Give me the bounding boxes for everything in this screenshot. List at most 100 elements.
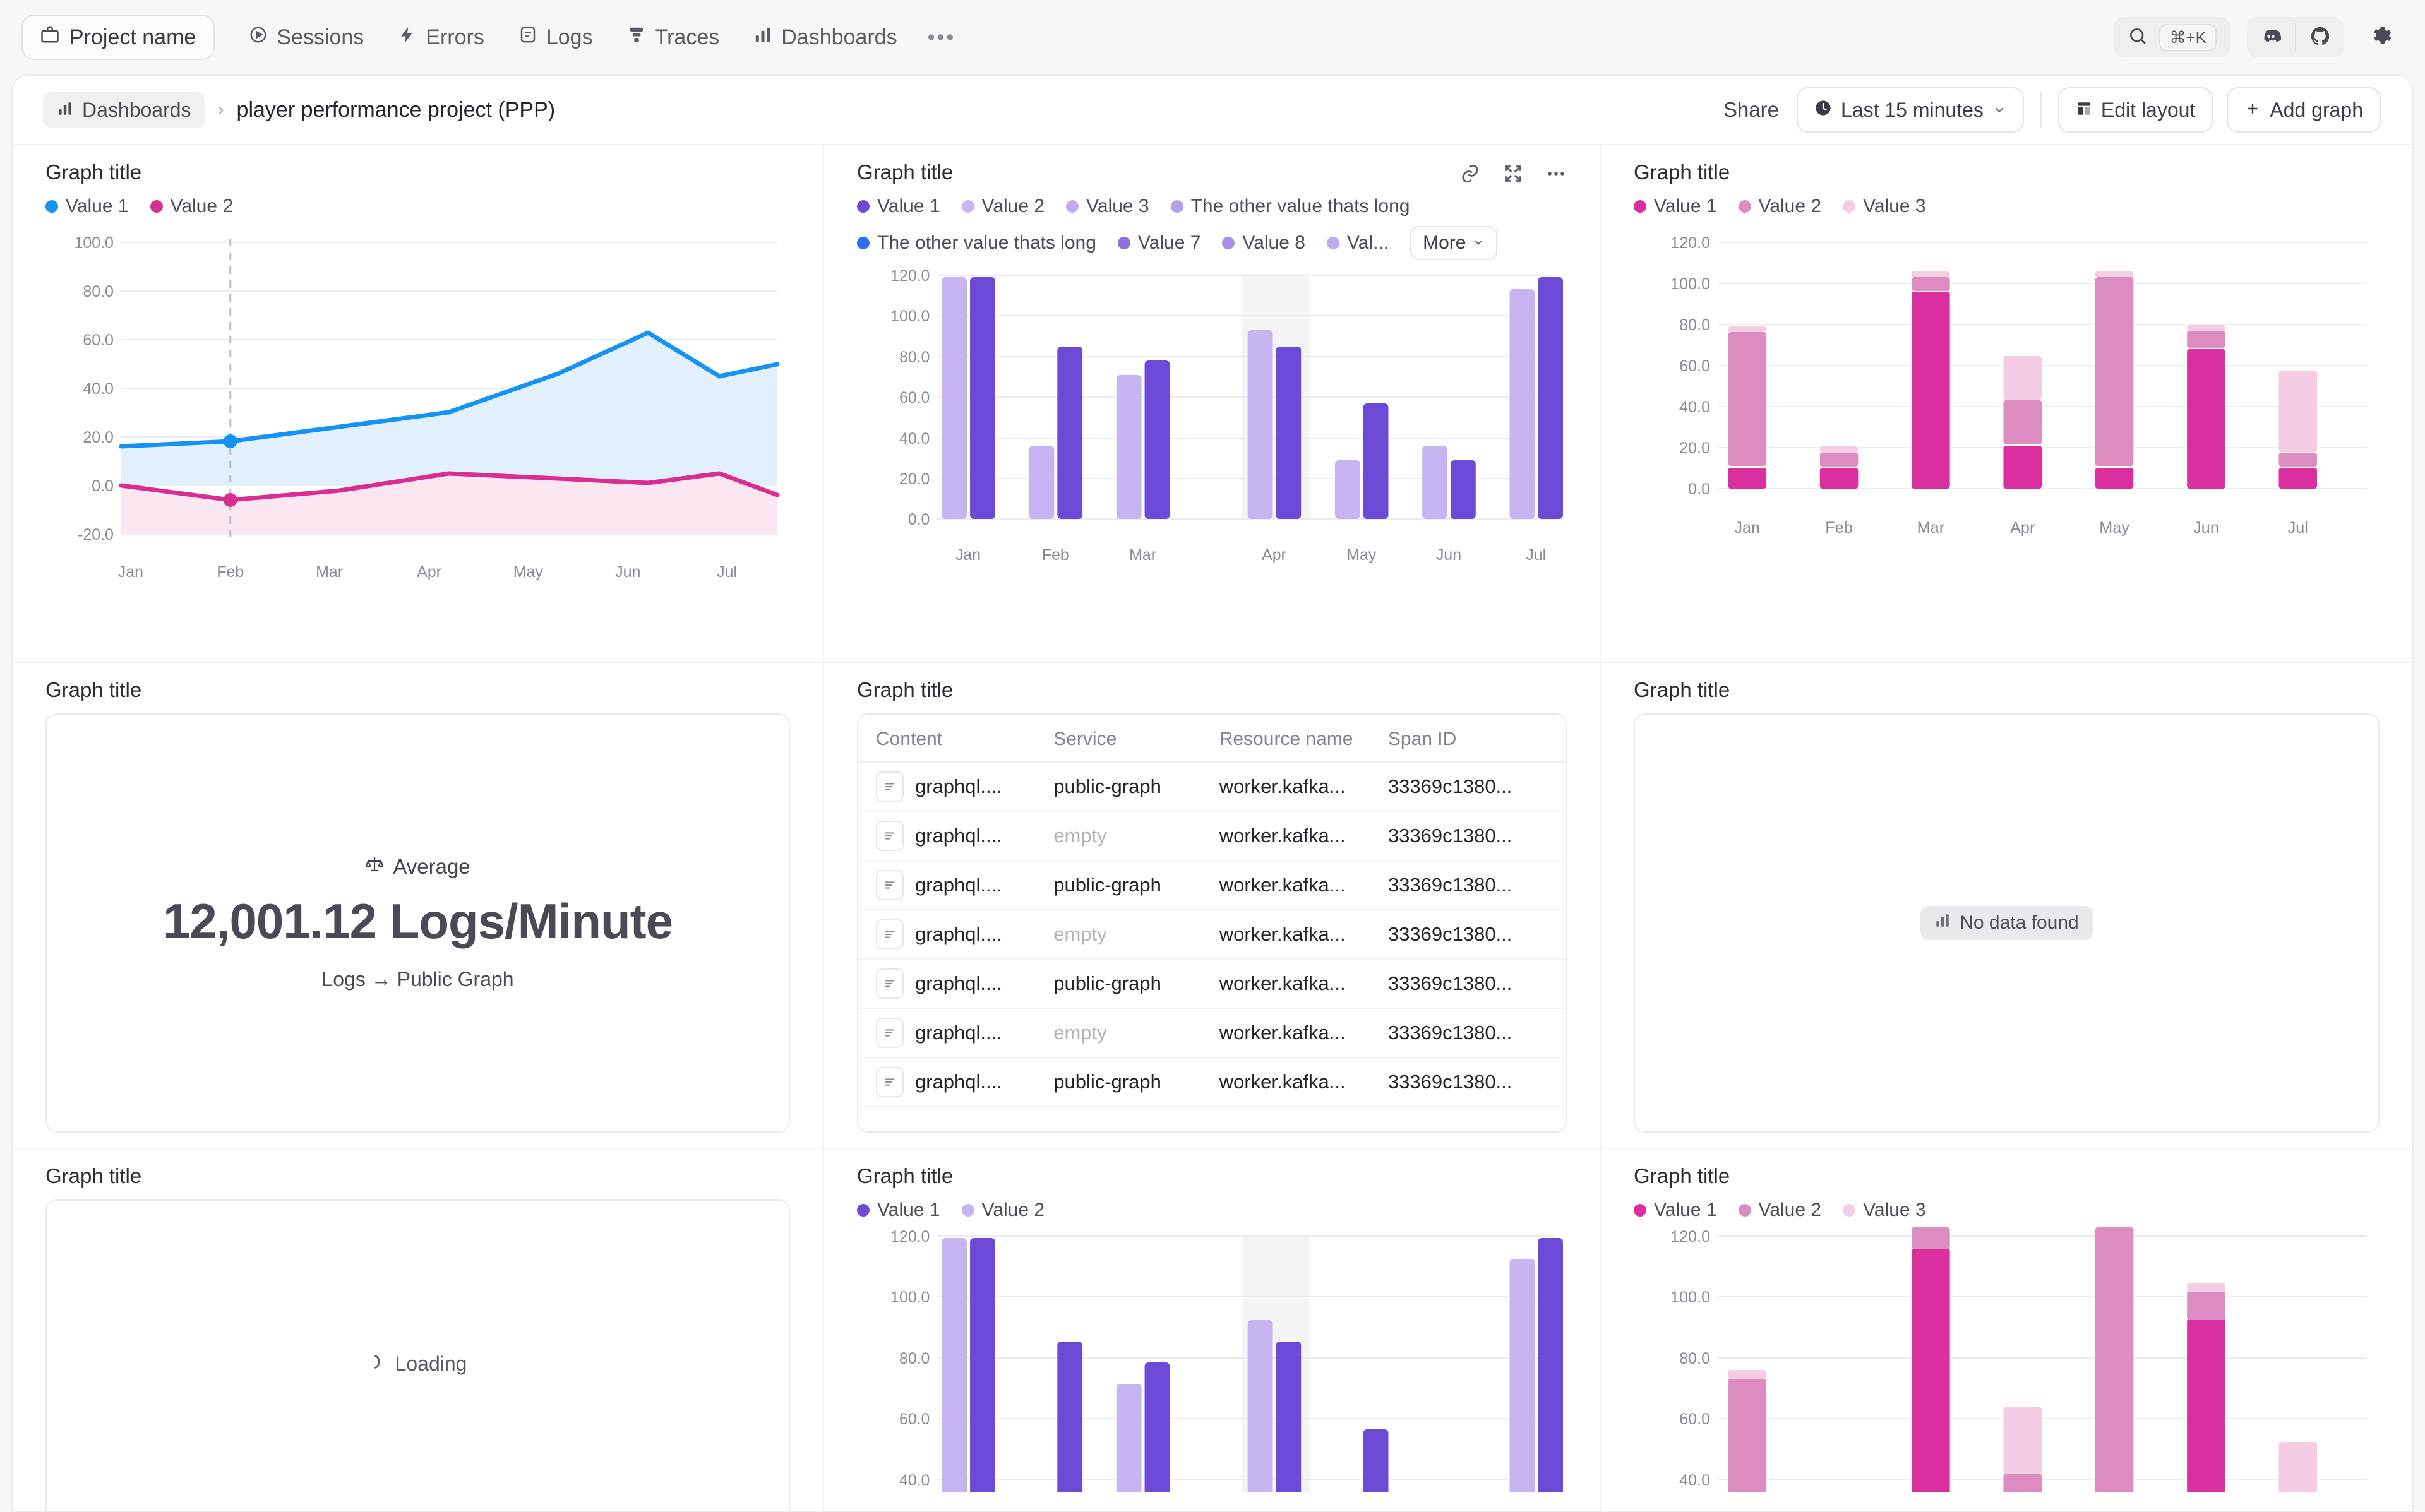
logs-icon	[518, 25, 537, 50]
column-header-resource-name[interactable]: Resource name	[1219, 729, 1388, 750]
svg-text:Feb: Feb	[1825, 519, 1852, 537]
legend-item[interactable]: Val...	[1326, 232, 1389, 254]
cell-content: graphql....	[915, 775, 1002, 797]
panel-grouped-bar-chart: Graph title Value 1 Value 2 Value 3 The …	[824, 145, 1601, 662]
x-axis-labels: Jan Feb Mar Apr May Jun Jul	[955, 546, 1546, 564]
expand-icon[interactable]	[1502, 163, 1524, 184]
column-header-span-id[interactable]: Span ID	[1388, 729, 1548, 750]
cell-service: public-graph	[1053, 775, 1161, 797]
share-button[interactable]: Share	[1723, 98, 1779, 122]
add-graph-label: Add graph	[2270, 98, 2363, 121]
breadcrumb-separator: ›	[217, 99, 224, 120]
legend-label: Val...	[1346, 232, 1389, 253]
svg-text:0.0: 0.0	[92, 477, 114, 495]
nav-item-errors[interactable]: Errors	[385, 19, 497, 56]
nav-item-logs[interactable]: Logs	[506, 19, 606, 56]
nav-item-dashboards[interactable]: Dashboards	[741, 19, 909, 56]
legend-item[interactable]: Value 3	[1066, 196, 1149, 217]
nav-overflow-button[interactable]: •••	[919, 19, 965, 56]
legend-label: The other value thats long	[877, 232, 1096, 253]
column-header-service[interactable]: Service	[1053, 729, 1219, 750]
link-icon[interactable]	[1459, 163, 1481, 184]
project-selector[interactable]: Project name	[21, 15, 215, 60]
log-lines-icon	[876, 919, 904, 949]
breadcrumb-dashboards[interactable]: Dashboards	[43, 92, 205, 128]
table-row[interactable]: graphql.... public-graph worker.kafka...…	[858, 861, 1566, 910]
table-row[interactable]: graphql.... empty worker.kafka... 33369c…	[858, 812, 1566, 861]
legend-item[interactable]: Value 1	[857, 1199, 940, 1221]
table-row[interactable]: graphql.... public-graph worker.kafka...…	[858, 763, 1566, 812]
x-axis-labels: Jan Feb Mar Apr May Jun Jul	[118, 563, 737, 581]
settings-button[interactable]	[2361, 17, 2401, 57]
panel-stacked-bar-chart-2: Graph title Value 1 Value 2 Value 3 120.…	[1601, 1149, 2412, 1511]
svg-text:Jan: Jan	[1734, 519, 1760, 537]
line-area-chart-canvas[interactable]: 100.0 80.0 60.0 40.0 20.0 0.0 -20.0 Jan …	[45, 223, 790, 609]
log-lines-icon	[876, 870, 904, 900]
legend-item[interactable]: Value 2	[1738, 196, 1821, 217]
bar-chart-icon	[1934, 912, 1951, 934]
edit-layout-button[interactable]: Edit layout	[2057, 87, 2213, 133]
chart-legend: Value 1 Value 2	[857, 1199, 1567, 1221]
grouped-bar-chart-canvas[interactable]: 120.0 100.0 80.0 60.0 40.0 20.0 0.0 Jan …	[857, 266, 1567, 595]
chart-legend: Value 1 Value 2 Value 3	[1634, 196, 2380, 217]
legend-swatch	[961, 1204, 974, 1217]
legend-item[interactable]: Value 3	[1843, 1199, 1926, 1221]
more-options-icon[interactable]	[1545, 163, 1567, 184]
search-button[interactable]: ⌘+K	[2114, 17, 2230, 57]
dashboard-row-3: Graph title Loading Graph title Value 1 …	[13, 1149, 2412, 1511]
legend-item[interactable]: Value 2	[961, 1199, 1045, 1221]
nav-item-traces[interactable]: Traces	[614, 19, 733, 56]
y-axis-labels: 100.0 80.0 60.0 40.0 20.0 0.0 -20.0	[74, 234, 113, 544]
legend-more-button[interactable]: More	[1410, 226, 1498, 260]
column-header-content[interactable]: Content	[876, 729, 1053, 750]
stacked-bar-chart-2-canvas[interactable]: 120.0 100.0 80.0 60.0 40.0	[1634, 1227, 2380, 1492]
svg-text:40.0: 40.0	[83, 380, 114, 398]
svg-text:Jan: Jan	[118, 563, 143, 581]
aggregate-label: Average	[393, 855, 470, 878]
legend-item[interactable]: Value 3	[1843, 196, 1926, 217]
legend-label: Value 2	[981, 196, 1045, 217]
legend-swatch	[1066, 200, 1079, 213]
legend-item[interactable]: Value 2	[1738, 1199, 1821, 1221]
legend-label: Value 8	[1242, 232, 1305, 253]
legend-item[interactable]: The other value thats long	[1170, 196, 1410, 217]
legend-item[interactable]: Value 2	[150, 196, 233, 217]
panel-table: Graph title Content Service Resource nam…	[824, 663, 1601, 1148]
edit-layout-label: Edit layout	[2100, 98, 2196, 121]
time-range-picker[interactable]: Last 15 minutes	[1797, 87, 2024, 133]
cell-span-id: 33369c1380...	[1387, 824, 1512, 847]
discord-link-button[interactable]	[2247, 17, 2295, 57]
github-link-button[interactable]	[2296, 17, 2344, 57]
legend-item[interactable]: The other value thats long	[857, 232, 1096, 254]
gridlines	[1718, 242, 2367, 489]
loading-label: Loading	[395, 1352, 467, 1375]
grouped-bar-chart-2-canvas[interactable]: 120.0 100.0 80.0 60.0 40.0	[857, 1227, 1567, 1492]
legend-item[interactable]: Value 1	[857, 196, 940, 217]
svg-text:Mar: Mar	[316, 563, 343, 581]
legend-swatch	[1843, 1204, 1856, 1217]
legend-item[interactable]: Value 8	[1222, 232, 1305, 254]
svg-text:20.0: 20.0	[899, 470, 930, 488]
table-row[interactable]: graphql.... empty worker.kafka... 33369c…	[858, 1009, 1566, 1058]
chevron-down-icon	[1472, 232, 1485, 254]
nav-item-sessions[interactable]: Sessions	[236, 19, 376, 56]
table-row[interactable]: graphql.... empty worker.kafka... 33369c…	[858, 910, 1566, 960]
legend-label: Value 2	[981, 1199, 1045, 1220]
log-lines-icon	[876, 771, 904, 802]
svg-text:120.0: 120.0	[890, 1228, 930, 1246]
legend-item[interactable]: Value 1	[1634, 1199, 1717, 1221]
legend-item[interactable]: Value 1	[45, 196, 129, 217]
stacked-bar-chart-canvas[interactable]: 120.0 100.0 80.0 60.0 40.0 20.0 0.0 Jan …	[1634, 223, 2380, 609]
add-graph-button[interactable]: Add graph	[2227, 87, 2381, 133]
legend-item[interactable]: Value 7	[1117, 232, 1201, 254]
svg-text:80.0: 80.0	[1679, 1350, 1710, 1367]
legend-item[interactable]: Value 2	[961, 196, 1045, 217]
svg-text:60.0: 60.0	[83, 331, 114, 349]
table-header: Content Service Resource name Span ID	[858, 715, 1566, 763]
page-title: player performance project (PPP)	[236, 97, 556, 122]
table-row[interactable]: graphql.... public-graph worker.kafka...…	[858, 960, 1566, 1009]
table-row[interactable]: graphql.... public-graph worker.kafka...…	[858, 1058, 1566, 1107]
y-axis-labels: 120.0 100.0 80.0 60.0 40.0 20.0 0.0	[1670, 234, 1710, 498]
legend-item[interactable]: Value 1	[1634, 196, 1717, 217]
loading-indicator: Loading	[369, 1352, 467, 1376]
